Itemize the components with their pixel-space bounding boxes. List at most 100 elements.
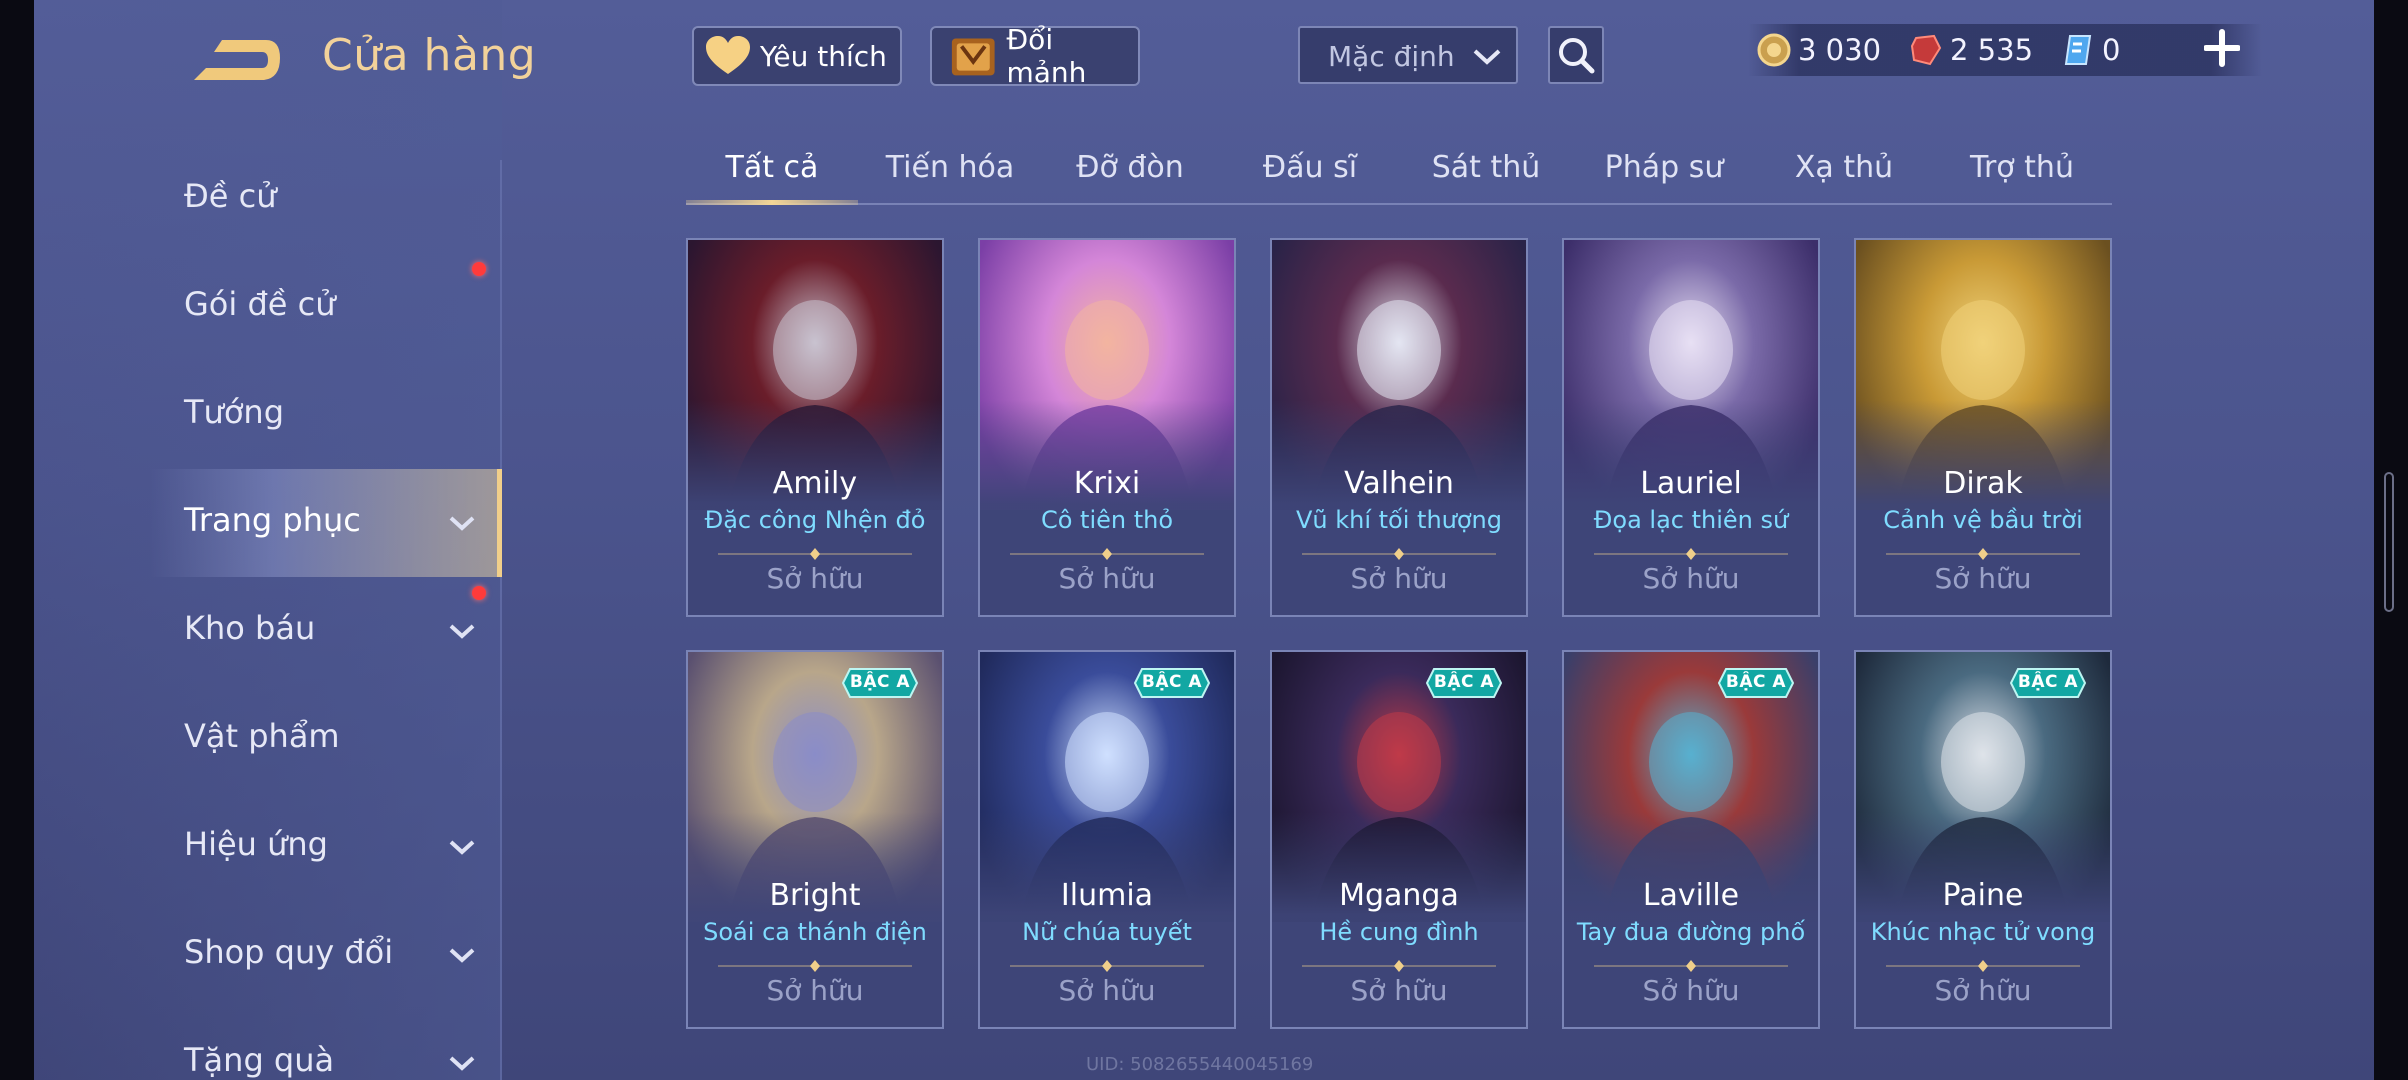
sidebar-item[interactable]: Gói đề cử — [150, 253, 502, 361]
chevron-down-icon — [449, 840, 475, 855]
tier-badge: BẬC A — [841, 668, 919, 698]
tier-badge-label: BẬC A — [849, 672, 911, 692]
notification-dot — [472, 262, 486, 276]
sidebar-item-label: Trang phục — [184, 501, 361, 539]
category-tab[interactable]: Tất cả — [702, 150, 842, 185]
sidebar-item[interactable]: Shop quy đổi — [150, 901, 502, 1009]
sort-dropdown[interactable]: Mặc định — [1298, 26, 1518, 84]
hero-name: Dirak — [1943, 466, 2023, 501]
red-ruby-icon — [1910, 34, 1942, 66]
skin-name: Cảnh vệ bầu trời — [1883, 506, 2083, 534]
owned-status: Sở hữu — [1934, 562, 2032, 595]
divider-ornament-icon — [1886, 960, 2080, 972]
favorite-button[interactable]: Yêu thích — [692, 26, 902, 86]
skin-card[interactable]: Dirak Cảnh vệ bầu trời Sở hữu — [1854, 238, 2112, 617]
search-icon — [1559, 38, 1595, 74]
skin-name: Tay đua đường phố — [1576, 918, 1806, 946]
chevron-down-icon — [449, 624, 475, 639]
ruby-currency: 2 535 — [1908, 30, 2033, 70]
exchange-label: Đổi mảnh — [1006, 23, 1087, 89]
sidebar-item-label: Đề cử — [184, 177, 277, 215]
skin-card[interactable]: Lauriel Đọa lạc thiên sứ Sở hữu — [1562, 238, 1820, 617]
hero-name: Ilumia — [1060, 878, 1154, 913]
sidebar-item[interactable]: Trang phục — [150, 469, 502, 577]
sidebar-item[interactable]: Đề cử — [150, 145, 502, 253]
owned-status: Sở hữu — [1058, 974, 1156, 1007]
divider-ornament-icon — [718, 548, 912, 560]
hero-name: Paine — [1942, 878, 2024, 913]
skin-name: Hề cung đình — [1319, 918, 1479, 946]
back-button[interactable] — [184, 28, 284, 94]
scroll-handle[interactable] — [2384, 472, 2394, 612]
back-arrow-icon — [194, 40, 280, 80]
category-tab[interactable]: Pháp sư — [1594, 150, 1734, 185]
skin-card[interactable]: Amily Đặc công Nhện đỏ Sở hữu — [686, 238, 944, 617]
owned-status: Sở hữu — [1642, 562, 1740, 595]
voucher-amount: 0 — [2102, 33, 2121, 67]
skin-card[interactable]: Krixi Cô tiên thỏ Sở hữu — [978, 238, 1236, 617]
favorite-label: Yêu thích — [760, 39, 887, 73]
divider-ornament-icon — [1886, 548, 2080, 560]
owned-status: Sở hữu — [1058, 562, 1156, 595]
sort-selected-value: Mặc định — [1328, 40, 1455, 73]
chevron-down-icon — [449, 516, 475, 531]
owned-status: Sở hữu — [1642, 974, 1740, 1007]
divider-ornament-icon — [1302, 960, 1496, 972]
divider-ornament-icon — [718, 960, 912, 972]
category-tab[interactable]: Tiến hóa — [880, 150, 1020, 185]
sidebar-item-label: Gói đề cử — [184, 285, 336, 323]
sidebar-item[interactable]: Kho báu — [150, 577, 502, 685]
tabs-baseline — [686, 203, 2112, 205]
category-tab[interactable]: Đỡ đòn — [1060, 150, 1200, 185]
owned-status: Sở hữu — [766, 562, 864, 595]
skin-card[interactable]: Valhein Vũ khí tối thượng Sở hữu — [1270, 238, 1528, 617]
owned-status: Sở hữu — [766, 974, 864, 1007]
owned-status: Sở hữu — [1350, 974, 1448, 1007]
divider-ornament-icon — [1302, 548, 1496, 560]
sidebar-item[interactable]: Vật phẩm — [150, 685, 502, 793]
category-tab[interactable]: Sát thủ — [1416, 150, 1556, 185]
chevron-down-icon — [449, 948, 475, 963]
uid-watermark: UID: 5082655440045169 — [1086, 1054, 1314, 1075]
skin-card[interactable]: BẬC A Mganga Hề cung đình Sở hữu — [1270, 650, 1528, 1029]
hero-name: Lauriel — [1640, 466, 1742, 501]
category-tab[interactable]: Xạ thủ — [1774, 150, 1914, 185]
sidebar-item[interactable]: Tặng quà — [150, 1009, 502, 1080]
skin-name: Cô tiên thỏ — [1040, 506, 1174, 534]
gold-amount: 3 030 — [1798, 33, 1882, 67]
hero-name: Mganga — [1339, 878, 1459, 913]
category-tab[interactable]: Đấu sĩ — [1240, 150, 1380, 185]
skin-card[interactable]: BẬC A Laville Tay đua đường phố Sở hữu — [1562, 650, 1820, 1029]
hero-name: Laville — [1642, 878, 1740, 913]
sidebar-item[interactable]: Hiệu ứng — [150, 793, 502, 901]
search-button[interactable] — [1548, 26, 1604, 84]
tier-badge-label: BẬC A — [1725, 672, 1787, 692]
sidebar-item-label: Tướng — [184, 393, 284, 431]
notification-dot — [472, 586, 486, 600]
skin-card[interactable]: BẬC A Bright Soái ca thánh điện Sở hữu — [686, 650, 944, 1029]
divider-ornament-icon — [1010, 960, 1204, 972]
category-tab[interactable]: Trợ thủ — [1952, 150, 2092, 185]
skin-name: Đọa lạc thiên sứ — [1593, 506, 1789, 534]
screen-edge-left — [0, 0, 34, 1080]
tier-badge-label: BẬC A — [2017, 672, 2079, 692]
exchange-shards-button[interactable]: Đổi mảnh — [930, 23, 1140, 89]
skin-name: Nữ chúa tuyết — [1022, 918, 1192, 946]
skin-card[interactable]: BẬC A Paine Khúc nhạc tử vong Sở hữu — [1854, 650, 2112, 1029]
hero-name: Bright — [769, 878, 861, 913]
chevron-down-icon — [1473, 49, 1501, 65]
skin-name: Soái ca thánh điện — [703, 918, 927, 946]
sidebar-item[interactable]: Tướng — [150, 361, 502, 469]
heart-icon — [706, 36, 750, 74]
active-indicator — [497, 469, 502, 577]
tier-badge: BẬC A — [2009, 668, 2087, 698]
gold-currency: 3 030 — [1756, 30, 1881, 70]
tier-badge: BẬC A — [1425, 668, 1503, 698]
skin-name: Vũ khí tối thượng — [1295, 506, 1502, 534]
page-title: Cửa hàng — [322, 30, 537, 81]
skin-card[interactable]: BẬC A Ilumia Nữ chúa tuyết Sở hữu — [978, 650, 1236, 1029]
voucher-icon — [2064, 35, 2092, 65]
divider-ornament-icon — [1010, 548, 1204, 560]
hero-name: Valhein — [1344, 466, 1454, 501]
top-up-button[interactable] — [2203, 28, 2241, 68]
